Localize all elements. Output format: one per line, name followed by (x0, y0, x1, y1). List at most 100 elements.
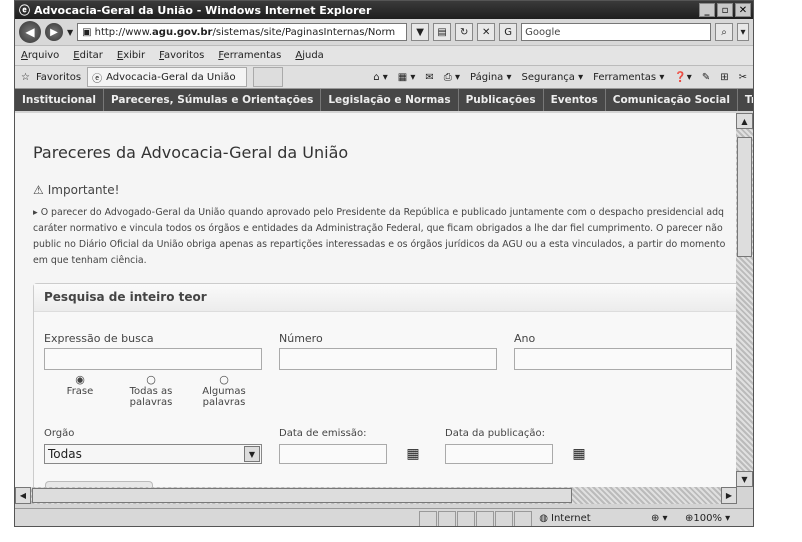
status-cell (438, 510, 457, 526)
nav-publicacoes[interactable]: Publicações (459, 89, 544, 111)
new-tab-button[interactable] (253, 67, 284, 87)
favorites-button[interactable]: Favoritos (36, 72, 81, 83)
status-bar: ◍ Internet ⊕ ▾ ⊕100% ▾ (15, 508, 753, 526)
nav-transparencia[interactable]: Transparê (738, 89, 753, 111)
minimize-button[interactable]: _ (699, 3, 715, 17)
zoom-level: 100% (693, 513, 722, 524)
menu-edit[interactable]: Editar (73, 50, 103, 61)
history-dropdown-icon[interactable]: ▼ (67, 28, 73, 37)
year-input[interactable] (514, 348, 732, 370)
emission-date-input[interactable] (279, 444, 387, 464)
vertical-scrollbar[interactable]: ▲ ▼ (736, 113, 753, 487)
emission-date-label: Data de emissão: (279, 428, 367, 439)
radio-some-words-label: Algumas palavras (202, 386, 246, 408)
important-paragraph: O parecer do Advogado-Geral da União qua… (33, 207, 726, 266)
close-button[interactable]: ✕ (735, 3, 751, 17)
horizontal-scrollbar[interactable]: ◀ ▶ (15, 487, 737, 504)
important-label: Importante! (47, 183, 120, 197)
page-icon: ▣ (82, 26, 92, 38)
search-placeholder: Google (525, 26, 561, 38)
security-menu[interactable]: Segurança ▾ (522, 72, 584, 83)
address-row: ◀ ▶ ▼ ▣ http://www. agu.gov.br/sistemas/s… (15, 19, 753, 45)
tools-menu-label: Ferramentas (593, 71, 657, 83)
refresh-icon[interactable]: ↻ (455, 23, 474, 41)
menu-file[interactable]: Arquivo (21, 50, 59, 61)
org-label: Orgão (44, 428, 75, 439)
help-icon[interactable]: ❓▾ (674, 72, 691, 83)
research-icon[interactable]: ✎ (702, 72, 710, 83)
radio-phrase[interactable]: ◉ Frase (50, 374, 110, 397)
chevron-down-icon[interactable]: ▼ (244, 446, 260, 462)
calendar-icon[interactable]: ▦ (402, 444, 424, 464)
stop-icon[interactable]: ✕ (477, 23, 496, 41)
compat-view-icon[interactable]: ▤ (433, 23, 452, 41)
tab-label: Advocacia-Geral da União (106, 71, 236, 83)
nav-institucional[interactable]: Institucional (15, 89, 104, 111)
vertical-scroll-thumb[interactable] (737, 137, 752, 257)
addon-icon[interactable]: ✂ (739, 72, 747, 83)
radio-all-words[interactable]: ○ Todas as palavras (121, 374, 181, 408)
search-input[interactable]: Google (521, 23, 711, 41)
maximize-button[interactable]: ▫ (717, 3, 733, 17)
nav-comunicacao[interactable]: Comunicação Social (606, 89, 738, 111)
search-panel: Pesquisa de inteiro teor Expressão de bu… (33, 283, 737, 487)
expression-label: Expressão de busca (44, 332, 154, 345)
url-rest: /sistemas/site/PaginasInternas/Norm (212, 26, 396, 38)
url-prefix: http://www. (94, 26, 153, 38)
status-cell (495, 510, 514, 526)
translate-icon[interactable]: ⊞ (720, 72, 728, 83)
bullet-arrow-icon: ▸ (33, 207, 41, 218)
calendar-icon[interactable]: ▦ (568, 444, 590, 464)
protected-mode-icon[interactable]: ⊕ ▾ (651, 513, 685, 524)
search-options-icon[interactable]: ▾ (737, 23, 749, 41)
expression-input[interactable] (44, 348, 262, 370)
org-select[interactable]: Todas ▼ (44, 444, 262, 464)
scroll-left-icon[interactable]: ◀ (15, 487, 31, 504)
browser-window: ⓔ Advocacia-Geral da União - Windows Int… (14, 0, 754, 527)
zoom-control[interactable]: ⊕100% ▾ (685, 513, 753, 524)
browser-tab[interactable]: ⓔ Advocacia-Geral da União (87, 67, 248, 87)
radio-some-words[interactable]: ○ Algumas palavras (194, 374, 254, 408)
command-bar: ⌂ ▾ ▦ ▾ ✉ ⎙ ▾ Página ▾ Segurança ▾ Ferra… (373, 72, 753, 83)
search-provider-icon[interactable]: G (499, 23, 518, 41)
forward-button[interactable]: ▶ (45, 23, 63, 41)
address-dropdown-button[interactable]: ▼ (411, 23, 430, 41)
address-bar[interactable]: ▣ http://www. agu.gov.br/sistemas/site/Pa… (77, 23, 408, 41)
menu-favorites[interactable]: Favoritos (159, 50, 204, 61)
favorites-bar: ☆ Favoritos ⓔ Advocacia-Geral da União ⌂… (15, 65, 753, 89)
page-menu-label: Página (470, 71, 504, 83)
number-input[interactable] (279, 348, 497, 370)
print-icon[interactable]: ⎙ ▾ (444, 72, 460, 83)
scroll-up-icon[interactable]: ▲ (736, 113, 753, 129)
ie-tab-icon: ⓔ (92, 73, 103, 85)
feeds-icon[interactable]: ▦ ▾ (398, 72, 416, 83)
page-menu[interactable]: Página ▾ (470, 72, 512, 83)
menu-help[interactable]: Ajuda (295, 50, 323, 61)
tools-menu[interactable]: Ferramentas ▾ (593, 72, 664, 83)
scroll-right-icon[interactable]: ▶ (721, 487, 737, 504)
ie-icon: ⓔ (19, 4, 30, 17)
important-text: ▸ O parecer do Advogado-Geral da União q… (33, 205, 737, 269)
menu-view[interactable]: Exibir (117, 50, 145, 61)
zone-label: Internet (551, 513, 591, 524)
url-domain: agu.gov.br (152, 26, 213, 38)
nav-legislacao[interactable]: Legislação e Normas (321, 89, 459, 111)
globe-icon: ◍ (539, 513, 548, 524)
org-selected-value: Todas (48, 447, 82, 461)
status-cell (419, 510, 438, 526)
publication-date-input[interactable] (445, 444, 553, 464)
publication-date-label: Data da publicação: (445, 428, 546, 439)
search-icon[interactable]: ⌕ (715, 23, 733, 41)
status-cell (476, 510, 495, 526)
status-cell (514, 510, 533, 526)
mail-icon[interactable]: ✉ (425, 72, 433, 83)
menu-tools[interactable]: Ferramentas (218, 50, 281, 61)
security-menu-label: Segurança (521, 71, 575, 83)
home-icon[interactable]: ⌂ ▾ (373, 72, 388, 83)
nav-pareceres[interactable]: Pareceres, Súmulas e Orientações (104, 89, 322, 111)
back-button[interactable]: ◀ (19, 21, 41, 43)
status-cell (457, 510, 476, 526)
horizontal-scroll-thumb[interactable] (32, 488, 572, 503)
scroll-down-icon[interactable]: ▼ (736, 471, 753, 487)
nav-eventos[interactable]: Eventos (544, 89, 606, 111)
